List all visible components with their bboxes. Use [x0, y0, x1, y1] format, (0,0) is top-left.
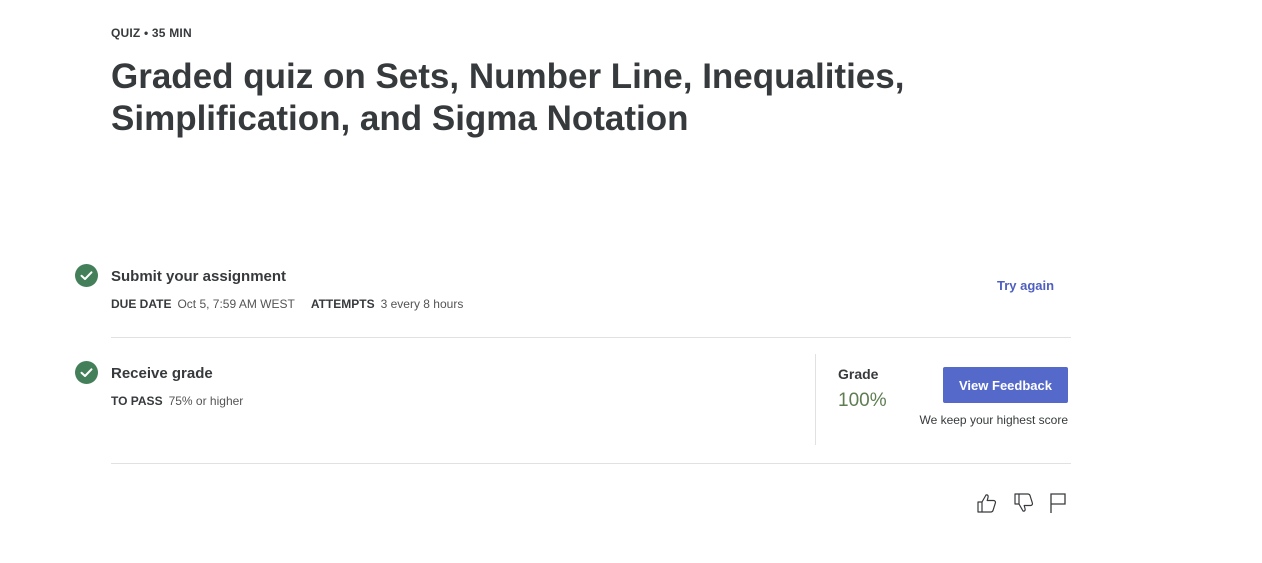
- divider: [111, 337, 1071, 338]
- submit-details: DUE DATE Oct 5, 7:59 AM WEST ATTEMPTS 3 eve…: [111, 297, 479, 311]
- grade-label: Grade: [838, 366, 879, 382]
- thumbs-down-icon[interactable]: [1012, 491, 1036, 515]
- divider: [111, 463, 1071, 464]
- check-circle-icon: [75, 264, 98, 287]
- attempts-value: 3 every 8 hours: [380, 297, 464, 311]
- check-circle-icon: [75, 361, 98, 384]
- vertical-divider: [815, 354, 816, 445]
- due-date-label: DUE DATE: [111, 297, 172, 311]
- due-date-value: Oct 5, 7:59 AM WEST: [177, 297, 295, 311]
- try-again-link[interactable]: Try again: [997, 278, 1054, 293]
- to-pass-value: 75% or higher: [168, 394, 244, 408]
- grade-value: 100%: [838, 390, 887, 411]
- quiz-page: QUIZ • 35 MIN Graded quiz on Sets, Numbe…: [0, 0, 1262, 563]
- attempts-label: ATTEMPTS: [310, 297, 375, 311]
- quiz-meta: QUIZ • 35 MIN: [111, 26, 192, 40]
- submit-assignment-title: Submit your assignment: [111, 268, 287, 285]
- highest-score-note: We keep your highest score: [919, 413, 1068, 427]
- flag-icon[interactable]: [1047, 491, 1071, 515]
- thumbs-up-icon[interactable]: [975, 491, 999, 515]
- pass-details: TO PASS 75% or higher: [111, 394, 259, 408]
- view-feedback-button[interactable]: View Feedback: [943, 367, 1068, 403]
- receive-grade-title: Receive grade: [111, 365, 213, 382]
- page-title: Graded quiz on Sets, Number Line, Inequa…: [111, 57, 905, 138]
- to-pass-label: TO PASS: [111, 394, 163, 408]
